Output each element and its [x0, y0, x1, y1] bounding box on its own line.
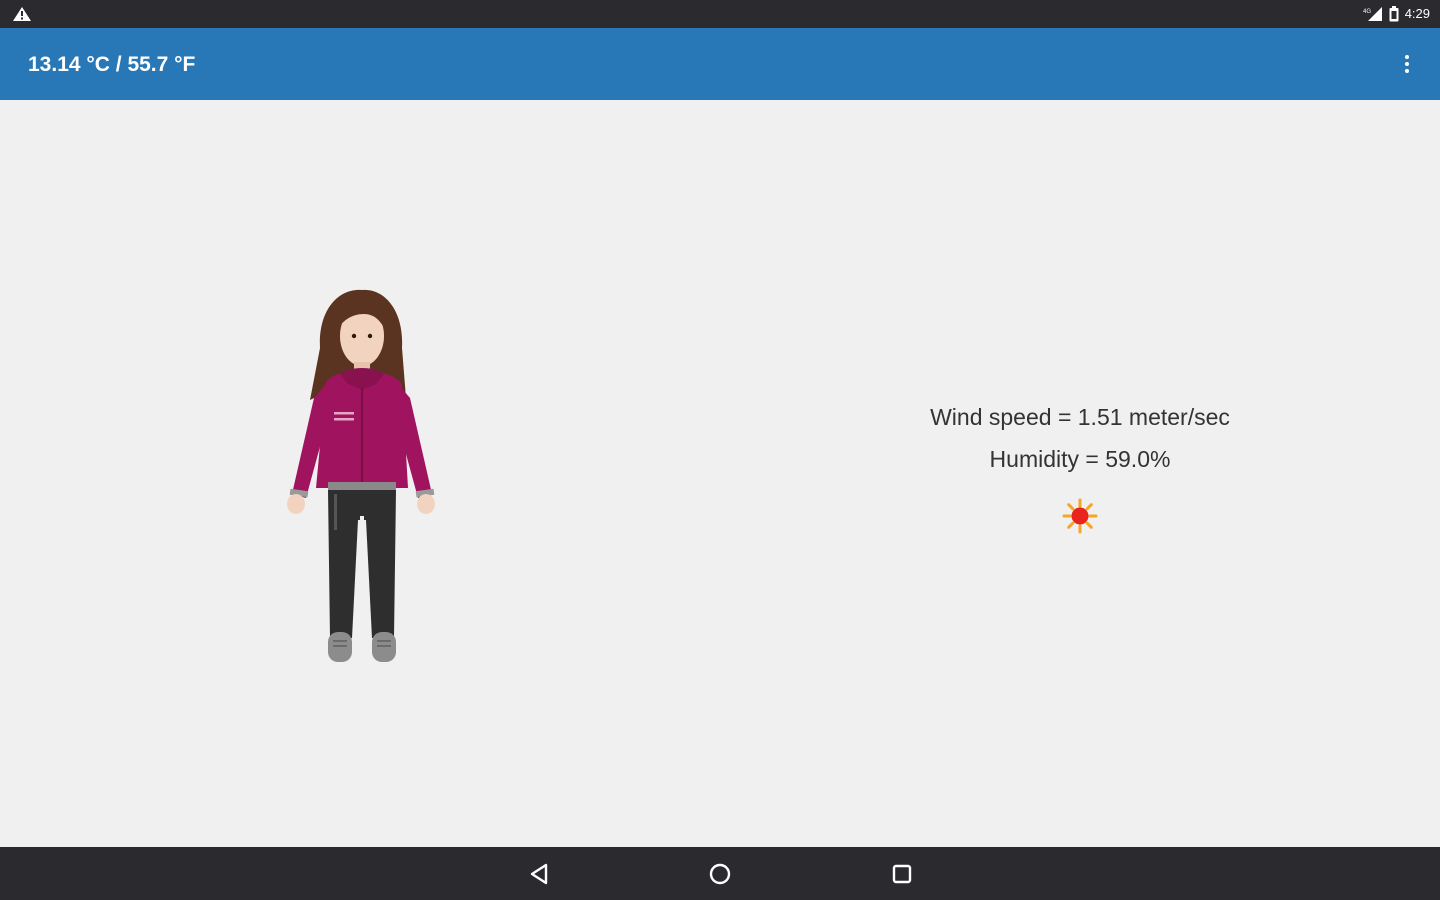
temperature-title: 13.14 °C / 55.7 °F: [28, 53, 196, 76]
status-time: 4:29: [1404, 6, 1430, 21]
svg-text:4G: 4G: [1363, 9, 1371, 15]
warning-icon: [13, 7, 31, 21]
wind-speed-text: Wind speed = 1.51 meter/sec: [930, 404, 1230, 430]
status-icons: 4G 4:29: [1363, 6, 1430, 22]
sun-icon: [1062, 498, 1098, 534]
overflow-menu-dot: [1405, 62, 1409, 66]
battery-icon: [1389, 6, 1399, 22]
overflow-menu-icon: [1405, 55, 1409, 59]
status-bar: 4G 4:29: [0, 0, 1440, 28]
app-bar: 13.14 °C / 55.7 °F: [0, 28, 1440, 100]
overflow-menu-dot: [1405, 69, 1409, 73]
person-icon: [287, 289, 435, 662]
home-icon[interactable]: [706, 860, 734, 888]
signal-icon: 4G: [1363, 7, 1382, 21]
recents-icon[interactable]: [888, 860, 916, 888]
humidity-text: Humidity = 59.0%: [989, 446, 1171, 472]
main-content: Wind speed = 1.51 meter/sec Humidity = 5…: [0, 100, 1440, 847]
back-icon[interactable]: [526, 860, 554, 888]
overflow-menu-button[interactable]: [1402, 52, 1412, 76]
weather-info: Wind speed = 1.51 meter/sec Humidity = 5…: [880, 400, 1280, 534]
navigation-bar: [0, 847, 1440, 900]
